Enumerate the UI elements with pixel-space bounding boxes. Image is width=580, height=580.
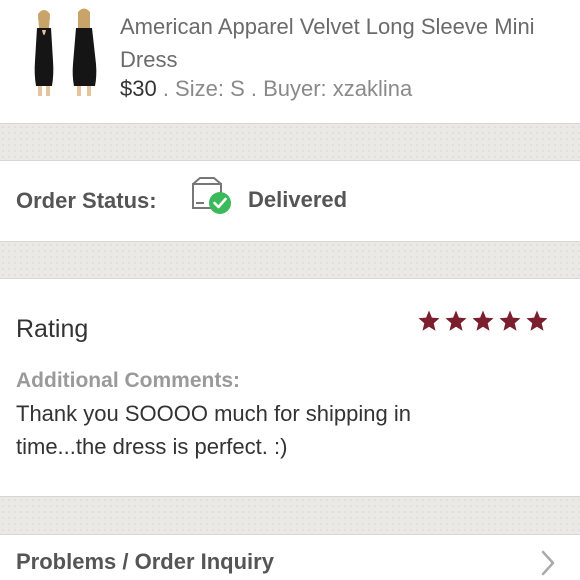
rating-label: Rating bbox=[16, 315, 89, 343]
product-title[interactable]: American Apparel Velvet Long Sleeve Mini… bbox=[120, 10, 560, 76]
order-status-card: Order Status: Delivered bbox=[0, 160, 580, 242]
additional-comments-text: Thank you SOOOO much for shipping in tim… bbox=[16, 401, 411, 459]
section-divider bbox=[0, 242, 580, 278]
star-icon bbox=[499, 310, 521, 331]
product-price: $30 bbox=[120, 76, 157, 101]
delivered-box-icon bbox=[192, 177, 231, 214]
star-icon bbox=[526, 310, 548, 331]
order-details-page: American Apparel Velvet Long Sleeve Mini… bbox=[0, 0, 580, 580]
star-icon bbox=[445, 310, 467, 331]
product-meta: $30 . Size: S . Buyer: xzaklina bbox=[120, 74, 412, 104]
product-size-buyer: . Size: S . Buyer: xzaklina bbox=[156, 76, 413, 101]
problems-order-inquiry-row[interactable]: Problems / Order Inquiry bbox=[0, 534, 580, 580]
additional-comments-label: Additional Comments: bbox=[16, 369, 240, 392]
section-divider bbox=[0, 124, 580, 160]
chevron-right-icon bbox=[541, 550, 555, 576]
order-status-label: Order Status: bbox=[16, 188, 157, 213]
order-status-value: Delivered bbox=[248, 187, 348, 212]
product-card[interactable]: American Apparel Velvet Long Sleeve Mini… bbox=[0, 0, 580, 124]
star-icon bbox=[472, 310, 494, 331]
product-thumbnail[interactable] bbox=[18, 6, 108, 98]
star-icon bbox=[418, 310, 440, 331]
rating-card: Rating Additional Comments: Thank you SO… bbox=[0, 278, 580, 497]
problems-order-inquiry-label: Problems / Order Inquiry bbox=[16, 549, 274, 574]
section-divider bbox=[0, 497, 580, 534]
star-rating bbox=[417, 309, 549, 337]
